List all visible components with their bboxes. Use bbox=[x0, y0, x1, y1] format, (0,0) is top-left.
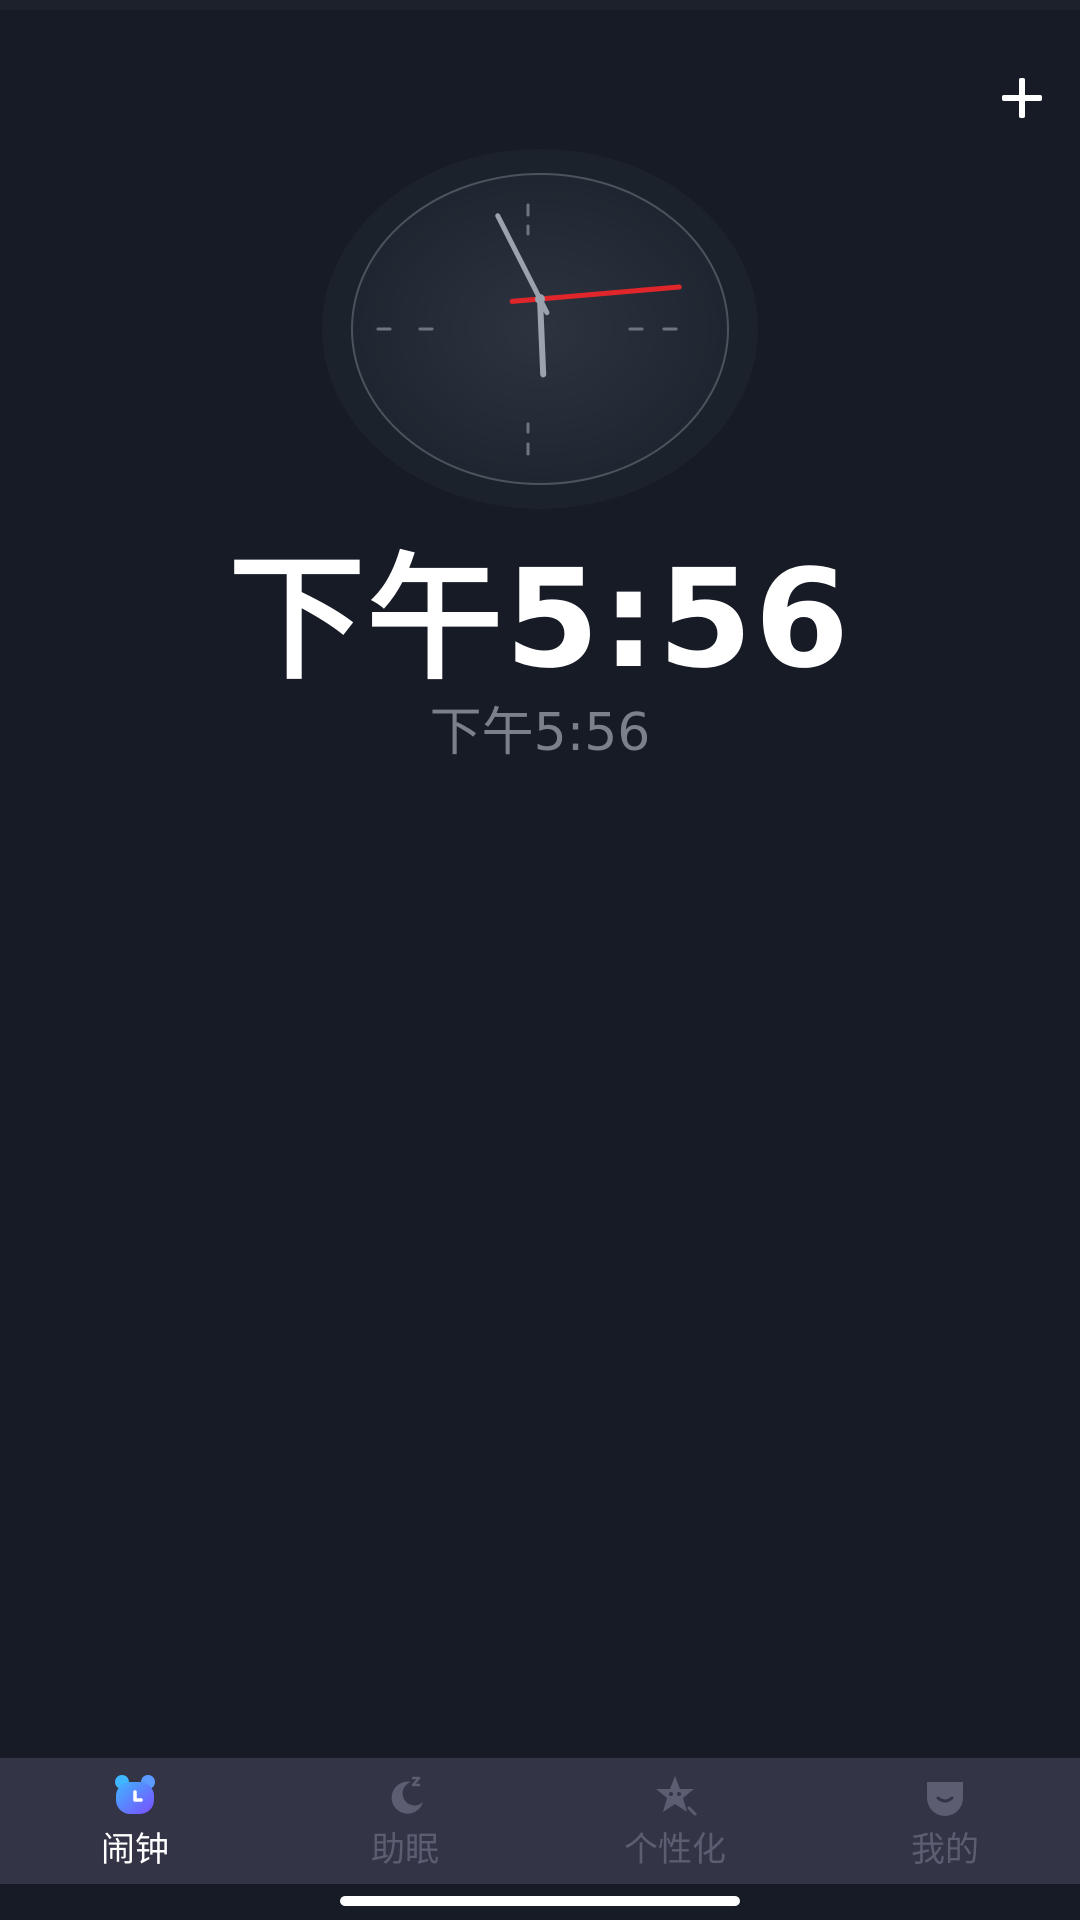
alarm-bear-icon bbox=[115, 1775, 155, 1814]
add-alarm-button[interactable] bbox=[990, 66, 1054, 130]
tab-alarm[interactable]: 闹钟 bbox=[0, 1758, 270, 1884]
bottom-tab-bar: 闹钟 助眠 个性化 我的 bbox=[0, 1758, 1080, 1884]
tab-sleep-label: 助眠 bbox=[371, 1830, 439, 1870]
profile-icon bbox=[927, 1782, 963, 1816]
tab-alarm-label: 闹钟 bbox=[101, 1830, 169, 1870]
hour-hand bbox=[537, 296, 547, 378]
clock-center-pin bbox=[535, 294, 545, 304]
tab-personalize[interactable]: 个性化 bbox=[540, 1758, 810, 1884]
status-bar bbox=[0, 0, 1080, 10]
tab-sleep[interactable]: 助眠 bbox=[270, 1758, 540, 1884]
tab-profile[interactable]: 我的 bbox=[810, 1758, 1080, 1884]
home-indicator[interactable] bbox=[340, 1896, 740, 1906]
current-time: 下午5:56 bbox=[228, 541, 852, 699]
tab-profile-label: 我的 bbox=[911, 1830, 979, 1870]
plus-icon bbox=[1002, 78, 1042, 118]
current-time-secondary: 下午5:56 bbox=[429, 703, 651, 763]
star-personalize-icon bbox=[656, 1776, 697, 1816]
analog-clock bbox=[320, 148, 760, 510]
tab-personalize-label: 个性化 bbox=[624, 1830, 726, 1870]
moon-sleep-icon bbox=[391, 1776, 423, 1814]
